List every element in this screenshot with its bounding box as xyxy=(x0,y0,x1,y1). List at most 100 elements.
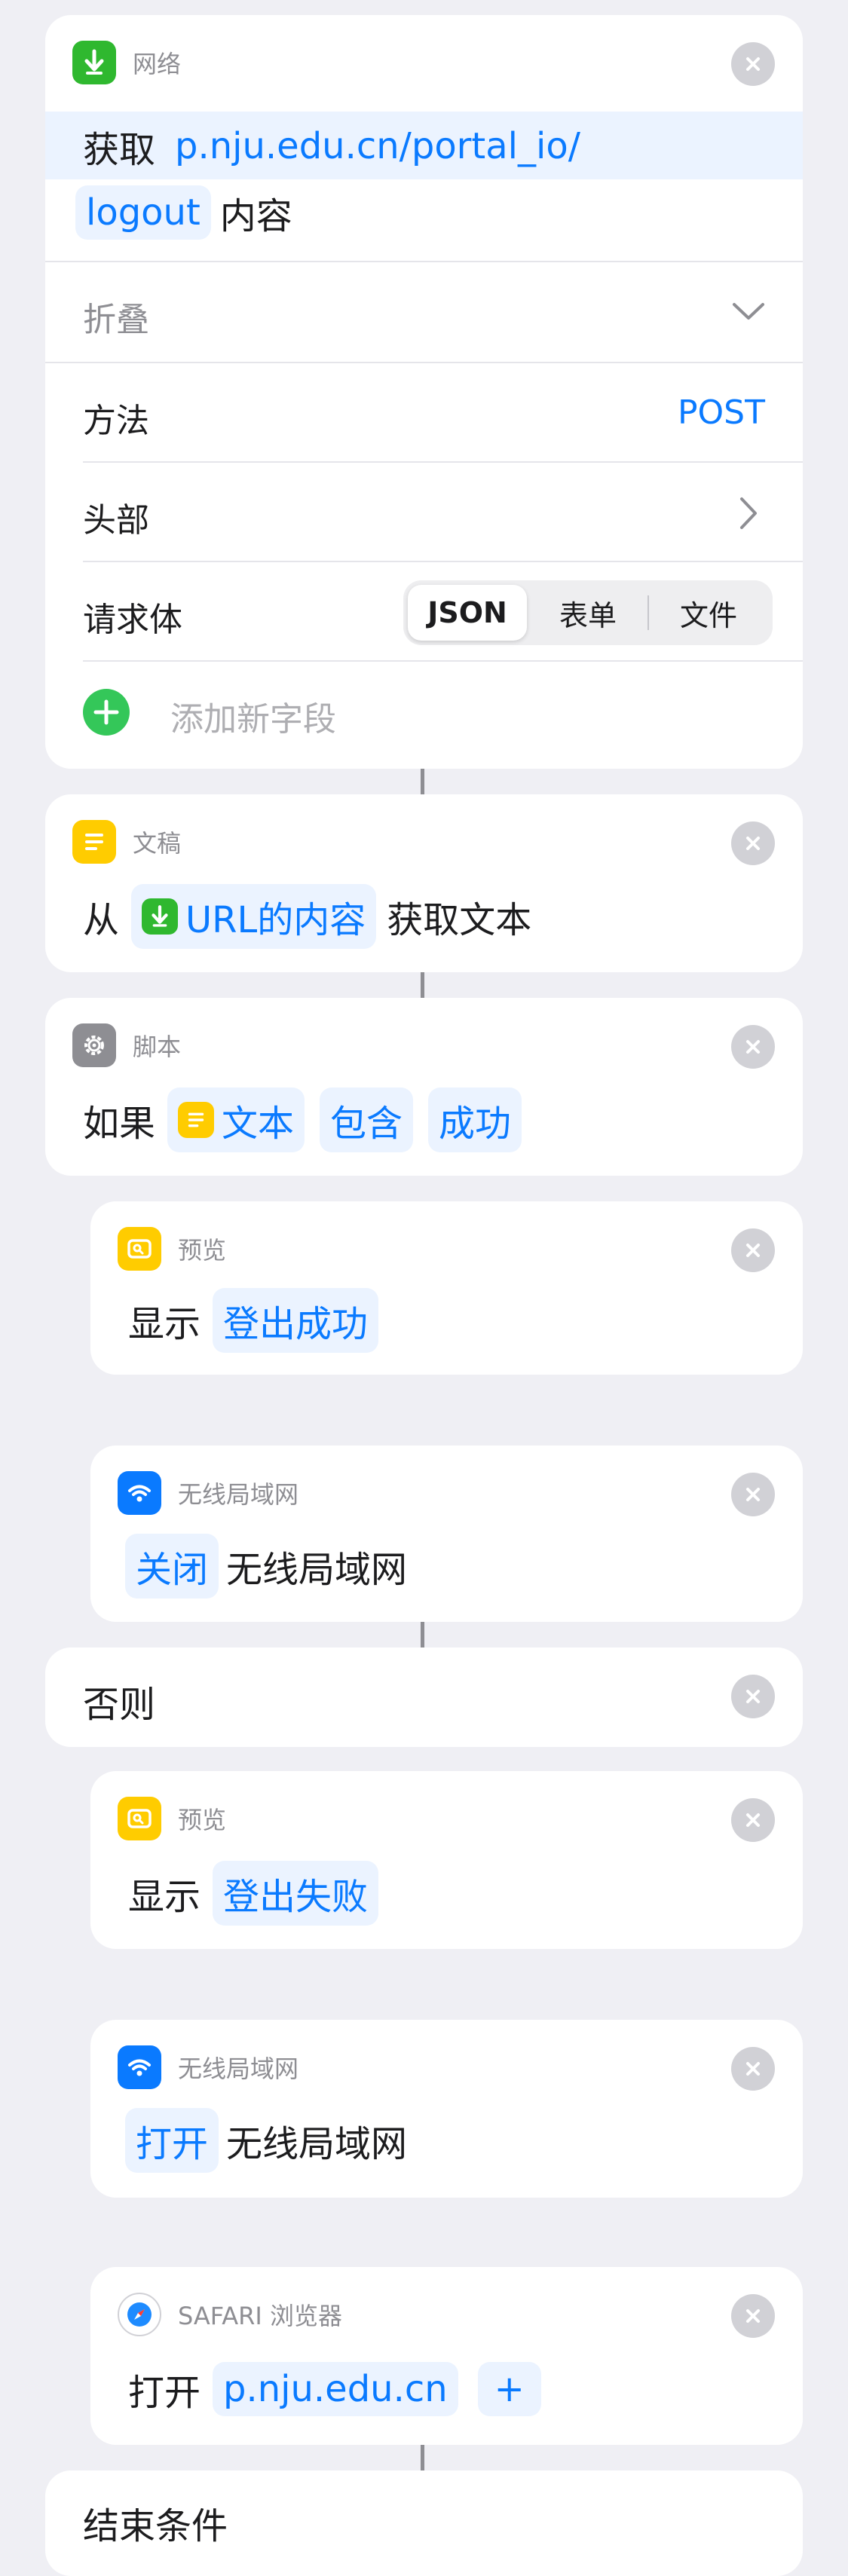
get-url-line-1: 获取 p.nju.edu.cn/portal_io/ xyxy=(83,119,580,173)
action-category: SAFARI 浏览器 xyxy=(178,2302,343,2330)
show-line: 显示 登出成功 xyxy=(128,1288,383,1353)
wifi-line: 打开 无线局域网 xyxy=(125,2108,408,2173)
close-icon[interactable] xyxy=(731,1025,775,1069)
add-icon xyxy=(83,689,130,736)
url-contents-variable[interactable]: URL的内容 xyxy=(131,884,377,949)
collapse-label: 折叠 xyxy=(83,301,149,339)
url-part-2[interactable]: logout xyxy=(75,185,211,240)
end-if-card[interactable]: 结束条件 xyxy=(45,2470,803,2576)
action-header: 预览 xyxy=(118,1797,226,1840)
request-body-segmented-control[interactable]: JSON 表单 文件 xyxy=(403,580,773,645)
document-icon xyxy=(178,1102,215,1138)
add-field-label: 添加新字段 xyxy=(170,700,336,739)
get-url-line-2: logout 内容 xyxy=(75,185,292,240)
wifi-on-card[interactable]: 无线局域网 打开 无线局域网 xyxy=(90,2020,803,2198)
segment-json[interactable]: JSON xyxy=(408,585,527,641)
text-variable-label: 文本 xyxy=(222,1103,295,1145)
connector xyxy=(421,2445,424,2470)
close-icon[interactable] xyxy=(731,1228,775,1272)
close-icon[interactable] xyxy=(731,2294,775,2338)
safari-open-url-card[interactable]: SAFARI 浏览器 打开 p.nju.edu.cn + xyxy=(90,2267,803,2445)
action-category: 无线局域网 xyxy=(178,2054,299,2083)
close-icon[interactable] xyxy=(731,821,775,865)
end-if-label: 结束条件 xyxy=(83,2505,228,2547)
open-label: 打开 xyxy=(128,2372,201,2414)
method-row[interactable]: 方法 POST xyxy=(45,363,803,461)
segment-file[interactable]: 文件 xyxy=(649,585,768,641)
get-text-line: 从 URL的内容 获取文本 xyxy=(83,884,532,949)
action-header: 无线局域网 xyxy=(118,2045,298,2089)
contents-label: 内容 xyxy=(219,195,292,237)
connector xyxy=(421,1622,424,1647)
action-category: 脚本 xyxy=(133,1033,182,1061)
close-icon[interactable] xyxy=(731,1798,775,1842)
safari-compass-icon xyxy=(118,2293,161,2336)
condition-operator[interactable]: 包含 xyxy=(320,1088,414,1152)
show-line: 显示 登出失败 xyxy=(128,1861,383,1926)
show-result-success-card[interactable]: 预览 显示 登出成功 xyxy=(90,1201,803,1375)
wifi-icon xyxy=(118,1471,161,1515)
close-icon[interactable] xyxy=(731,42,775,86)
action-header: SAFARI 浏览器 xyxy=(118,2293,342,2336)
close-icon[interactable] xyxy=(731,1473,775,1516)
action-category: 无线局域网 xyxy=(178,1480,299,1509)
preview-icon xyxy=(118,1227,161,1271)
headers-row[interactable]: 头部 xyxy=(45,463,803,561)
condition-value[interactable]: 成功 xyxy=(428,1088,522,1152)
request-body-label: 请求体 xyxy=(83,601,182,639)
connector xyxy=(421,972,424,998)
if-condition-line: 如果 文本 包含 成功 xyxy=(83,1088,526,1152)
wifi-line: 关闭 无线局域网 xyxy=(125,1534,408,1599)
url-value[interactable]: p.nju.edu.cn xyxy=(213,2362,458,2416)
segment-form[interactable]: 表单 xyxy=(528,585,647,641)
action-category: 网络 xyxy=(133,50,182,78)
show-result-fail-card[interactable]: 预览 显示 登出失败 xyxy=(90,1771,803,1949)
add-url-button[interactable]: + xyxy=(477,2362,541,2416)
show-label: 显示 xyxy=(128,1303,201,1345)
url-contents-label: URL的内容 xyxy=(185,899,366,941)
chevron-right-icon xyxy=(740,497,757,529)
show-value[interactable]: 登出成功 xyxy=(213,1288,379,1353)
add-field-row[interactable]: 添加新字段 xyxy=(45,662,803,760)
action-header: 预览 xyxy=(118,1227,226,1271)
request-body-row: 请求体 JSON 表单 文件 xyxy=(45,562,803,660)
get-verb: 获取 xyxy=(83,129,156,171)
collapse-row[interactable]: 折叠 xyxy=(45,262,803,362)
document-icon xyxy=(72,820,116,864)
action-category: 预览 xyxy=(178,1236,227,1265)
headers-label: 头部 xyxy=(83,501,149,540)
wifi-icon xyxy=(118,2045,161,2089)
close-icon[interactable] xyxy=(731,1675,775,1718)
otherwise-label: 否则 xyxy=(83,1684,156,1726)
show-label: 显示 xyxy=(128,1876,201,1918)
from-label: 从 xyxy=(83,899,120,941)
action-header: 网络 xyxy=(72,41,181,84)
chevron-down-icon xyxy=(733,303,764,320)
action-category: 文稿 xyxy=(133,829,182,858)
action-header: 无线局域网 xyxy=(118,1471,298,1515)
action-category: 预览 xyxy=(178,1806,227,1834)
wifi-state[interactable]: 打开 xyxy=(125,2108,219,2173)
url-part-1[interactable]: p.nju.edu.cn/portal_io/ xyxy=(175,125,580,167)
method-value[interactable]: POST xyxy=(678,393,765,432)
wifi-target: 无线局域网 xyxy=(226,1549,408,1591)
preview-icon xyxy=(118,1797,161,1840)
text-variable[interactable]: 文本 xyxy=(167,1088,305,1152)
wifi-state[interactable]: 关闭 xyxy=(125,1534,219,1599)
open-url-line: 打开 p.nju.edu.cn + xyxy=(128,2359,546,2419)
method-label: 方法 xyxy=(83,402,149,440)
if-label: 如果 xyxy=(83,1103,156,1145)
close-icon[interactable] xyxy=(731,2047,775,2091)
download-arrow-icon xyxy=(142,898,179,935)
action-header: 脚本 xyxy=(72,1023,181,1067)
gear-icon xyxy=(72,1023,116,1067)
wifi-target: 无线局域网 xyxy=(226,2123,408,2165)
if-action-card[interactable]: 脚本 如果 文本 包含 成功 xyxy=(45,998,803,1176)
wifi-off-card[interactable]: 无线局域网 关闭 无线局域网 xyxy=(90,1446,803,1622)
network-action-card[interactable]: 网络 获取 p.nju.edu.cn/portal_io/ logout 内容 … xyxy=(45,15,803,769)
action-header: 文稿 xyxy=(72,820,181,864)
get-text-action-card[interactable]: 文稿 从 URL的内容 获取文本 xyxy=(45,794,803,972)
otherwise-card[interactable]: 否则 xyxy=(45,1647,803,1747)
get-text-label: 获取文本 xyxy=(387,899,532,941)
show-value[interactable]: 登出失败 xyxy=(213,1861,379,1926)
